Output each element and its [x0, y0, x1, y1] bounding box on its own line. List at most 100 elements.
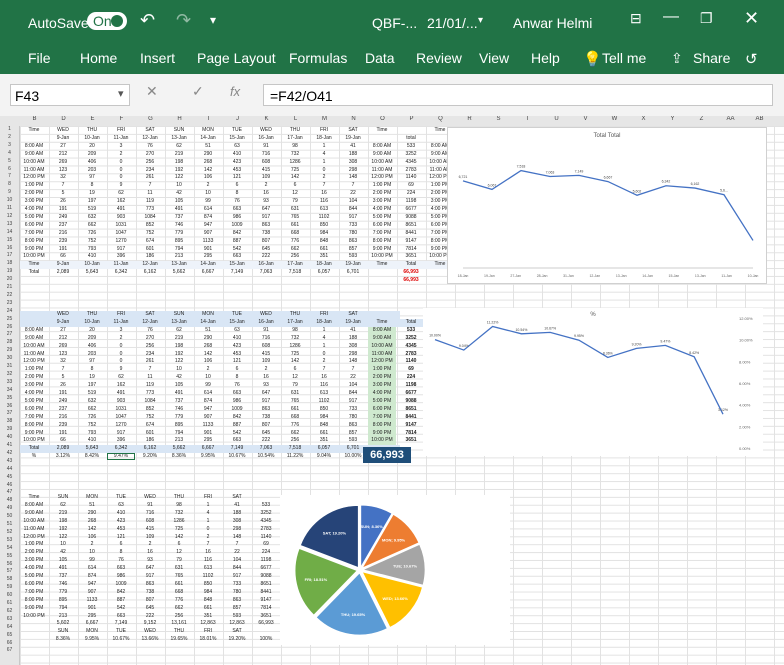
table-cell[interactable]: FRI — [194, 494, 222, 502]
table-cell[interactable]: 9:00 AM — [20, 335, 48, 343]
table-cell[interactable]: 142 — [281, 358, 309, 366]
table-cell[interactable]: 239 — [49, 422, 77, 430]
table-cell[interactable]: 62 — [107, 190, 135, 198]
table-cell[interactable]: 16 — [252, 374, 280, 382]
column-header[interactable]: J — [223, 116, 252, 122]
column-header[interactable]: Y — [658, 116, 687, 122]
table-cell[interactable]: 663 — [223, 206, 251, 214]
table-cell[interactable]: 857 — [339, 246, 367, 254]
table-cell[interactable]: 1 — [194, 518, 222, 526]
table-cell[interactable]: 6677 — [252, 565, 280, 573]
table-cell[interactable]: 66 — [49, 253, 77, 261]
table-cell[interactable]: THU — [281, 311, 309, 319]
table-cell[interactable]: 1102 — [310, 398, 338, 406]
table-cell[interactable]: 5:00 PM — [20, 398, 48, 406]
row-header[interactable]: 23 — [0, 300, 19, 308]
table-cell[interactable]: 542 — [107, 605, 135, 613]
table-cell[interactable]: 256 — [136, 343, 164, 351]
table-cell[interactable]: 99 — [78, 557, 106, 565]
table-cell[interactable]: 261 — [136, 174, 164, 182]
table-cell[interactable]: 410 — [223, 335, 251, 343]
table-cell[interactable]: 12 — [165, 549, 193, 557]
table-cell[interactable]: 6 — [281, 366, 309, 374]
table-cell[interactable]: 662 — [78, 406, 106, 414]
table-cell[interactable]: 901 — [78, 605, 106, 613]
column-header[interactable]: R — [455, 116, 484, 122]
column-header[interactable]: Q — [426, 116, 455, 122]
table-cell[interactable]: 222 — [136, 613, 164, 621]
table-cell[interactable]: 10.54% — [252, 453, 280, 461]
table-cell[interactable]: 7 — [339, 366, 367, 374]
table-cell[interactable]: 8:00 PM — [368, 421, 396, 430]
table-cell[interactable]: 7,518 — [281, 269, 309, 277]
table-cell[interactable]: 99 — [194, 382, 222, 390]
pie-chart[interactable]: SUN; 8.36% MON; 9.95% TUE; 10.67% WED; 13.6… — [280, 495, 510, 645]
table-cell[interactable]: 3.12% — [49, 453, 77, 461]
table-cell[interactable]: 917 — [136, 573, 164, 581]
table-cell[interactable]: 738 — [252, 230, 280, 238]
row-header[interactable]: 34 — [0, 387, 19, 395]
table-cell[interactable]: 7814 — [397, 246, 425, 254]
table-cell[interactable]: 104 — [339, 198, 367, 206]
row-header[interactable]: 46 — [0, 482, 19, 490]
table-cell[interactable]: 16-Jan — [252, 261, 280, 269]
column-header[interactable]: X — [629, 116, 658, 122]
row-header[interactable]: 36 — [0, 403, 19, 411]
table-cell[interactable]: 1009 — [223, 406, 251, 414]
table-cell[interactable]: 0 — [107, 174, 135, 182]
table-cell[interactable]: 69 — [252, 541, 280, 549]
table-cell[interactable]: 12:00 PM — [368, 358, 396, 367]
table-cell[interactable]: Time — [20, 494, 48, 502]
table-cell[interactable]: 219 — [165, 335, 193, 343]
table-cell[interactable]: 6,342 — [107, 445, 135, 453]
table-cell[interactable]: 726 — [78, 230, 106, 238]
table-cell[interactable]: 8:00 PM — [20, 422, 48, 430]
table-cell[interactable]: 10:00 PM — [20, 613, 48, 621]
table-cell[interactable]: 752 — [78, 422, 106, 430]
table-cell[interactable]: 12 — [281, 374, 309, 382]
table-cell[interactable]: 237 — [49, 406, 77, 414]
table-cell[interactable]: 4:00 PM — [368, 206, 396, 214]
table-cell[interactable]: SUN — [165, 127, 193, 135]
row-header[interactable]: 37 — [0, 410, 19, 418]
row-header[interactable]: 3 — [0, 142, 19, 150]
table-cell[interactable]: 737 — [165, 398, 193, 406]
table-cell[interactable]: 917 — [339, 214, 367, 222]
table-cell[interactable]: 12 — [281, 190, 309, 198]
table-cell[interactable]: 12-Jan — [136, 135, 164, 143]
table-cell[interactable]: 9-Jan — [49, 319, 77, 327]
table-cell[interactable]: 10 — [194, 374, 222, 382]
table-cell[interactable]: 901 — [194, 430, 222, 438]
table-cell[interactable]: 396 — [107, 437, 135, 445]
column-header[interactable]: E — [78, 116, 107, 122]
table-cell[interactable]: 647 — [252, 206, 280, 214]
table-cell[interactable]: 192 — [165, 167, 193, 175]
table-cell[interactable]: 209 — [78, 151, 106, 159]
table-cell[interactable]: 97 — [78, 174, 106, 182]
column-header[interactable]: G — [136, 116, 165, 122]
table-cell[interactable]: 142 — [78, 526, 106, 534]
table-cell[interactable]: WED — [252, 311, 280, 319]
table-cell[interactable]: 16 — [252, 190, 280, 198]
table-cell[interactable]: 11:00 AM — [20, 351, 48, 359]
close-icon[interactable]: ✕ — [744, 8, 759, 29]
menu-help[interactable]: Help — [531, 50, 560, 66]
table-cell[interactable]: 852 — [136, 222, 164, 230]
table-cell[interactable]: FRI — [107, 311, 135, 319]
row-header[interactable]: 65 — [0, 632, 19, 640]
menu-review[interactable]: Review — [416, 50, 462, 66]
table-cell[interactable]: 793 — [78, 430, 106, 438]
table-cell[interactable]: 2 — [194, 534, 222, 542]
table-cell[interactable]: FRI — [310, 127, 338, 135]
column-header[interactable]: I — [194, 116, 223, 122]
table-cell[interactable]: 863 — [252, 406, 280, 414]
table-cell[interactable]: 16-Jan — [252, 135, 280, 143]
table-cell[interactable]: 62 — [165, 327, 193, 335]
row-header[interactable]: 13 — [0, 221, 19, 229]
table-cell[interactable]: 9:00 PM — [368, 429, 396, 438]
row-header[interactable]: 60 — [0, 592, 19, 600]
table-cell[interactable]: 1 — [310, 143, 338, 151]
column-header[interactable]: N — [339, 116, 368, 122]
table-cell[interactable]: 662 — [165, 605, 193, 613]
table-cell[interactable]: 8:00 PM — [20, 597, 48, 605]
